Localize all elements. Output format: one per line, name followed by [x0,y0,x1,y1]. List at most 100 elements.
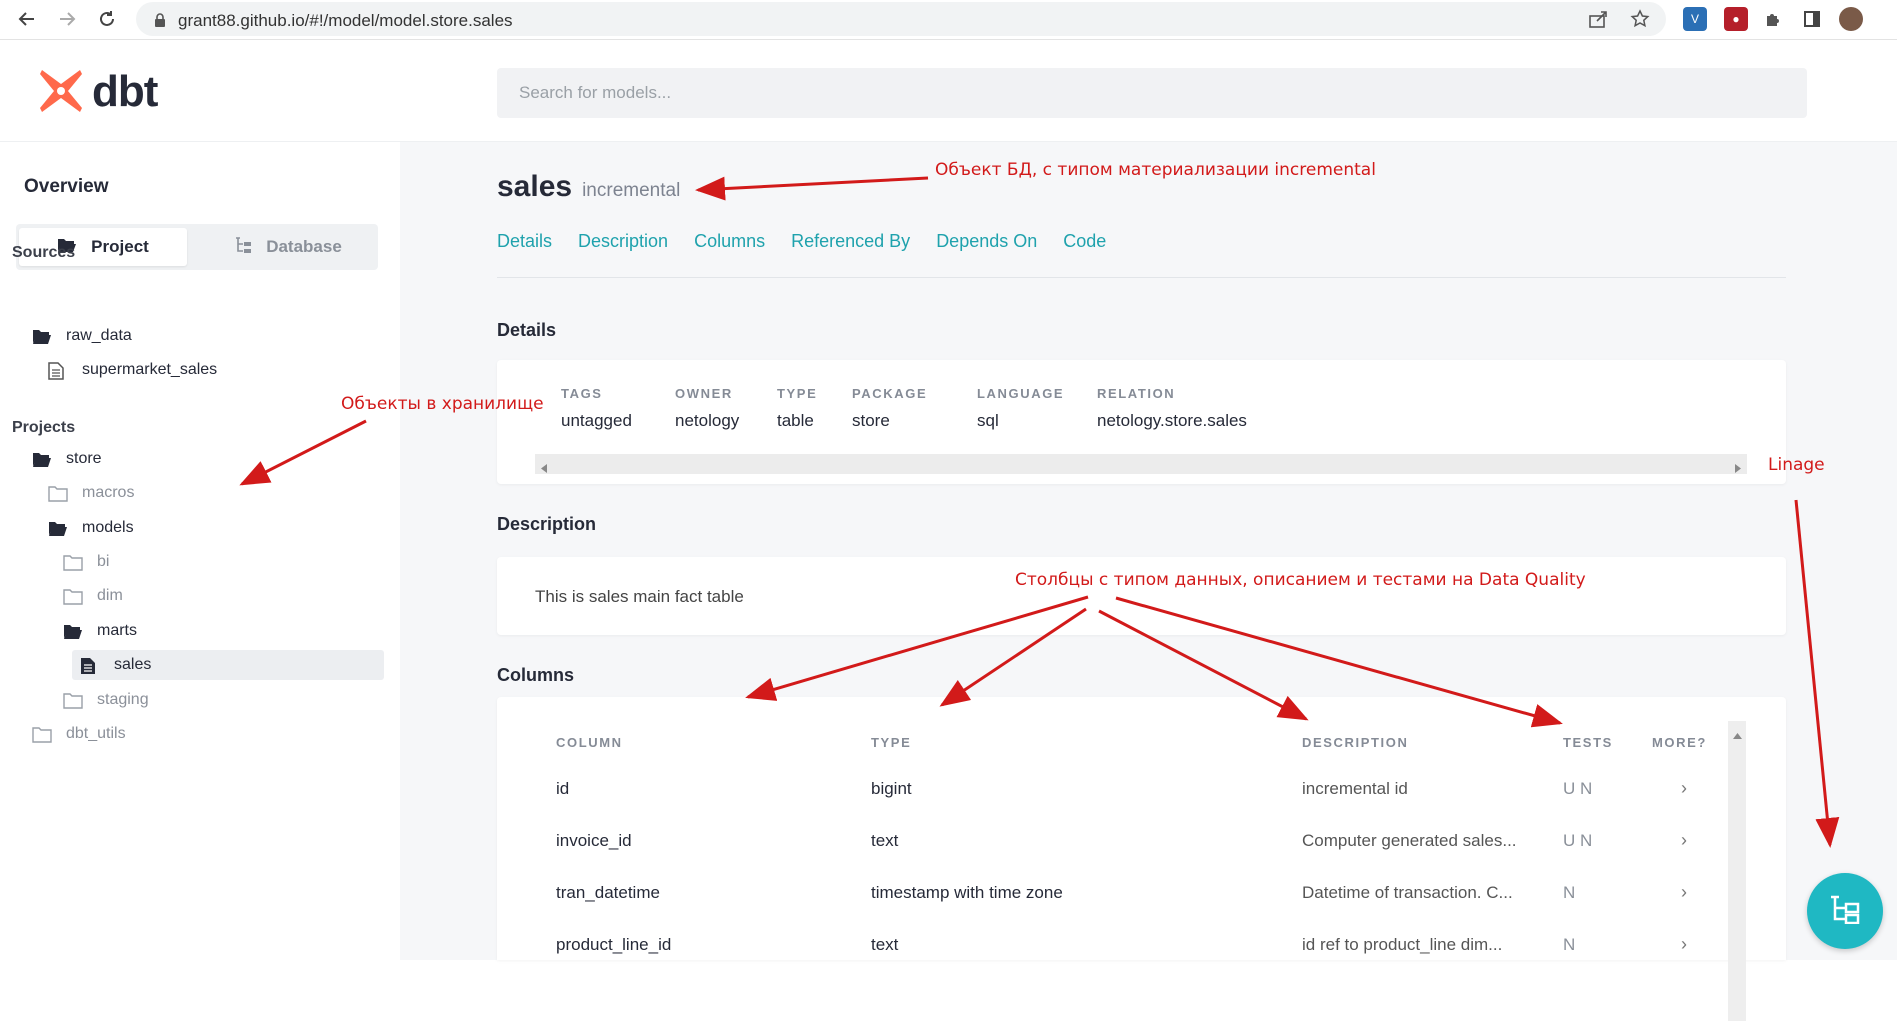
meta-owner: OWNER netology [675,386,739,431]
browser-toolbar: grant88.github.io/#!/model/model.store.s… [0,0,1897,40]
cell-tests: N [1563,935,1576,954]
tree-item-dim[interactable]: dim [63,581,123,611]
tree-item-supermarket-sales[interactable]: supermarket_sales [48,355,217,385]
lineage-button[interactable] [1807,873,1883,949]
meta-label: TAGS [561,386,603,401]
chevron-right-icon[interactable]: › [1681,778,1687,799]
logo-text: dbt [92,67,158,116]
tab-details[interactable]: Details [497,231,552,252]
cell-tests: U N [1563,831,1593,850]
extension-icon[interactable]: V [1683,7,1707,31]
meta-label: RELATION [1097,386,1176,401]
tab-project-label: Project [91,237,149,256]
folder-icon [48,485,68,502]
back-arrow-icon[interactable] [14,6,40,32]
annotation-storage-objects: Объекты в хранилище [341,394,544,414]
dbt-logo-icon [36,66,86,121]
meta-language: LANGUAGE sql [977,386,1064,431]
column-header-tests: TESTS [1563,735,1613,750]
tab-code[interactable]: Code [1063,231,1106,252]
sidepanel-icon[interactable] [1800,7,1824,31]
forward-arrow-icon[interactable] [54,6,80,32]
tab-description[interactable]: Description [578,231,668,252]
chevron-right-icon[interactable]: › [1681,882,1687,903]
lineage-icon [1828,894,1862,929]
tree-item-raw-data[interactable]: raw_data [32,321,132,351]
search-input[interactable] [497,68,1807,118]
columns-title: Columns [497,665,575,685]
tree-item-sales[interactable]: sales [72,650,384,680]
cell-tests: N [1563,883,1576,902]
cell-description: Computer generated sales... [1302,831,1517,850]
scroll-up-icon[interactable] [1733,727,1742,745]
cell-type: text [871,831,899,850]
app-header: dbt [0,41,1897,142]
meta-tags: TAGS untagged [561,386,632,431]
column-header-column: COLUMN [556,735,623,750]
column-header-type: TYPE [871,735,912,750]
meta-type: TYPE table [777,386,817,431]
overview-link[interactable]: Overview [24,176,109,198]
tree-item-marts[interactable]: marts [63,616,137,646]
meta-value: netology.store.sales [1097,411,1247,430]
description-card: This is sales main fact table [497,557,1786,635]
scroll-right-icon[interactable] [1734,460,1741,478]
meta-value: untagged [561,411,632,430]
database-tree-icon [234,236,252,258]
cell-column[interactable]: product_line_id [556,935,671,955]
tree-item-staging[interactable]: staging [63,685,149,715]
tab-database-label: Database [266,237,342,256]
folder-icon [32,726,52,743]
reload-icon[interactable] [94,6,120,32]
cell-tests: U N [1563,779,1593,798]
tree-item-dbt-utils[interactable]: dbt_utils [32,719,126,749]
share-icon[interactable] [1589,10,1609,33]
details-card: TAGS untagged OWNER netology TYPE table … [497,360,1786,484]
chevron-right-icon[interactable]: › [1681,830,1687,851]
page-title: sales incremental [497,170,680,204]
tab-database[interactable]: Database [202,228,374,266]
tree-item-label: staging [97,691,149,708]
tree-item-label: sales [114,656,152,673]
address-bar[interactable]: grant88.github.io/#!/model/model.store.s… [136,2,1666,36]
cell-column[interactable]: id [556,779,569,799]
column-header-description: DESCRIPTION [1302,735,1409,750]
folder-open-icon [32,451,52,468]
folder-open-icon [63,623,83,640]
tab-referenced-by[interactable]: Referenced By [791,231,910,252]
cell-type: timestamp with time zone [871,883,1063,902]
cell-description: incremental id [1302,779,1408,798]
chevron-right-icon[interactable]: › [1681,934,1687,955]
column-header-more: MORE? [1652,735,1707,750]
tree-item-macros[interactable]: macros [48,478,134,508]
tree-item-store[interactable]: store [32,444,102,474]
materialization-label: incremental [582,180,681,201]
tab-depends-on[interactable]: Depends On [936,231,1037,252]
extension-shield-icon[interactable]: ● [1724,7,1748,31]
horizontal-scrollbar[interactable] [535,454,1747,474]
puzzle-icon[interactable] [1761,7,1785,31]
folder-icon [63,692,83,709]
sidebar: Overview Project Database Sources raw_da… [0,142,400,960]
tab-columns[interactable]: Columns [694,231,765,252]
vertical-scrollbar[interactable] [1728,721,1746,1021]
cell-column[interactable]: invoice_id [556,831,632,851]
meta-package: PACKAGE store [852,386,927,431]
annotation-linage: Linage [1768,455,1825,475]
star-icon[interactable] [1630,9,1650,34]
tree-item-label: marts [97,622,137,639]
file-icon [48,361,68,380]
tree-item-label: supermarket_sales [82,361,218,378]
tree-item-bi[interactable]: bi [63,547,109,577]
tree-item-models[interactable]: models [48,513,134,543]
scroll-left-icon[interactable] [541,460,548,478]
annotation-columns-note: Столбцы с типом данных, описанием и тест… [1015,570,1586,590]
cell-column[interactable]: tran_datetime [556,883,660,903]
cell-type: bigint [871,779,912,798]
avatar[interactable] [1839,7,1863,31]
sources-title: Sources [12,244,76,261]
section-tabs: Details Description Columns Referenced B… [497,231,1106,252]
meta-value: table [777,411,814,430]
folder-icon [63,588,83,605]
cell-type: text [871,935,899,954]
